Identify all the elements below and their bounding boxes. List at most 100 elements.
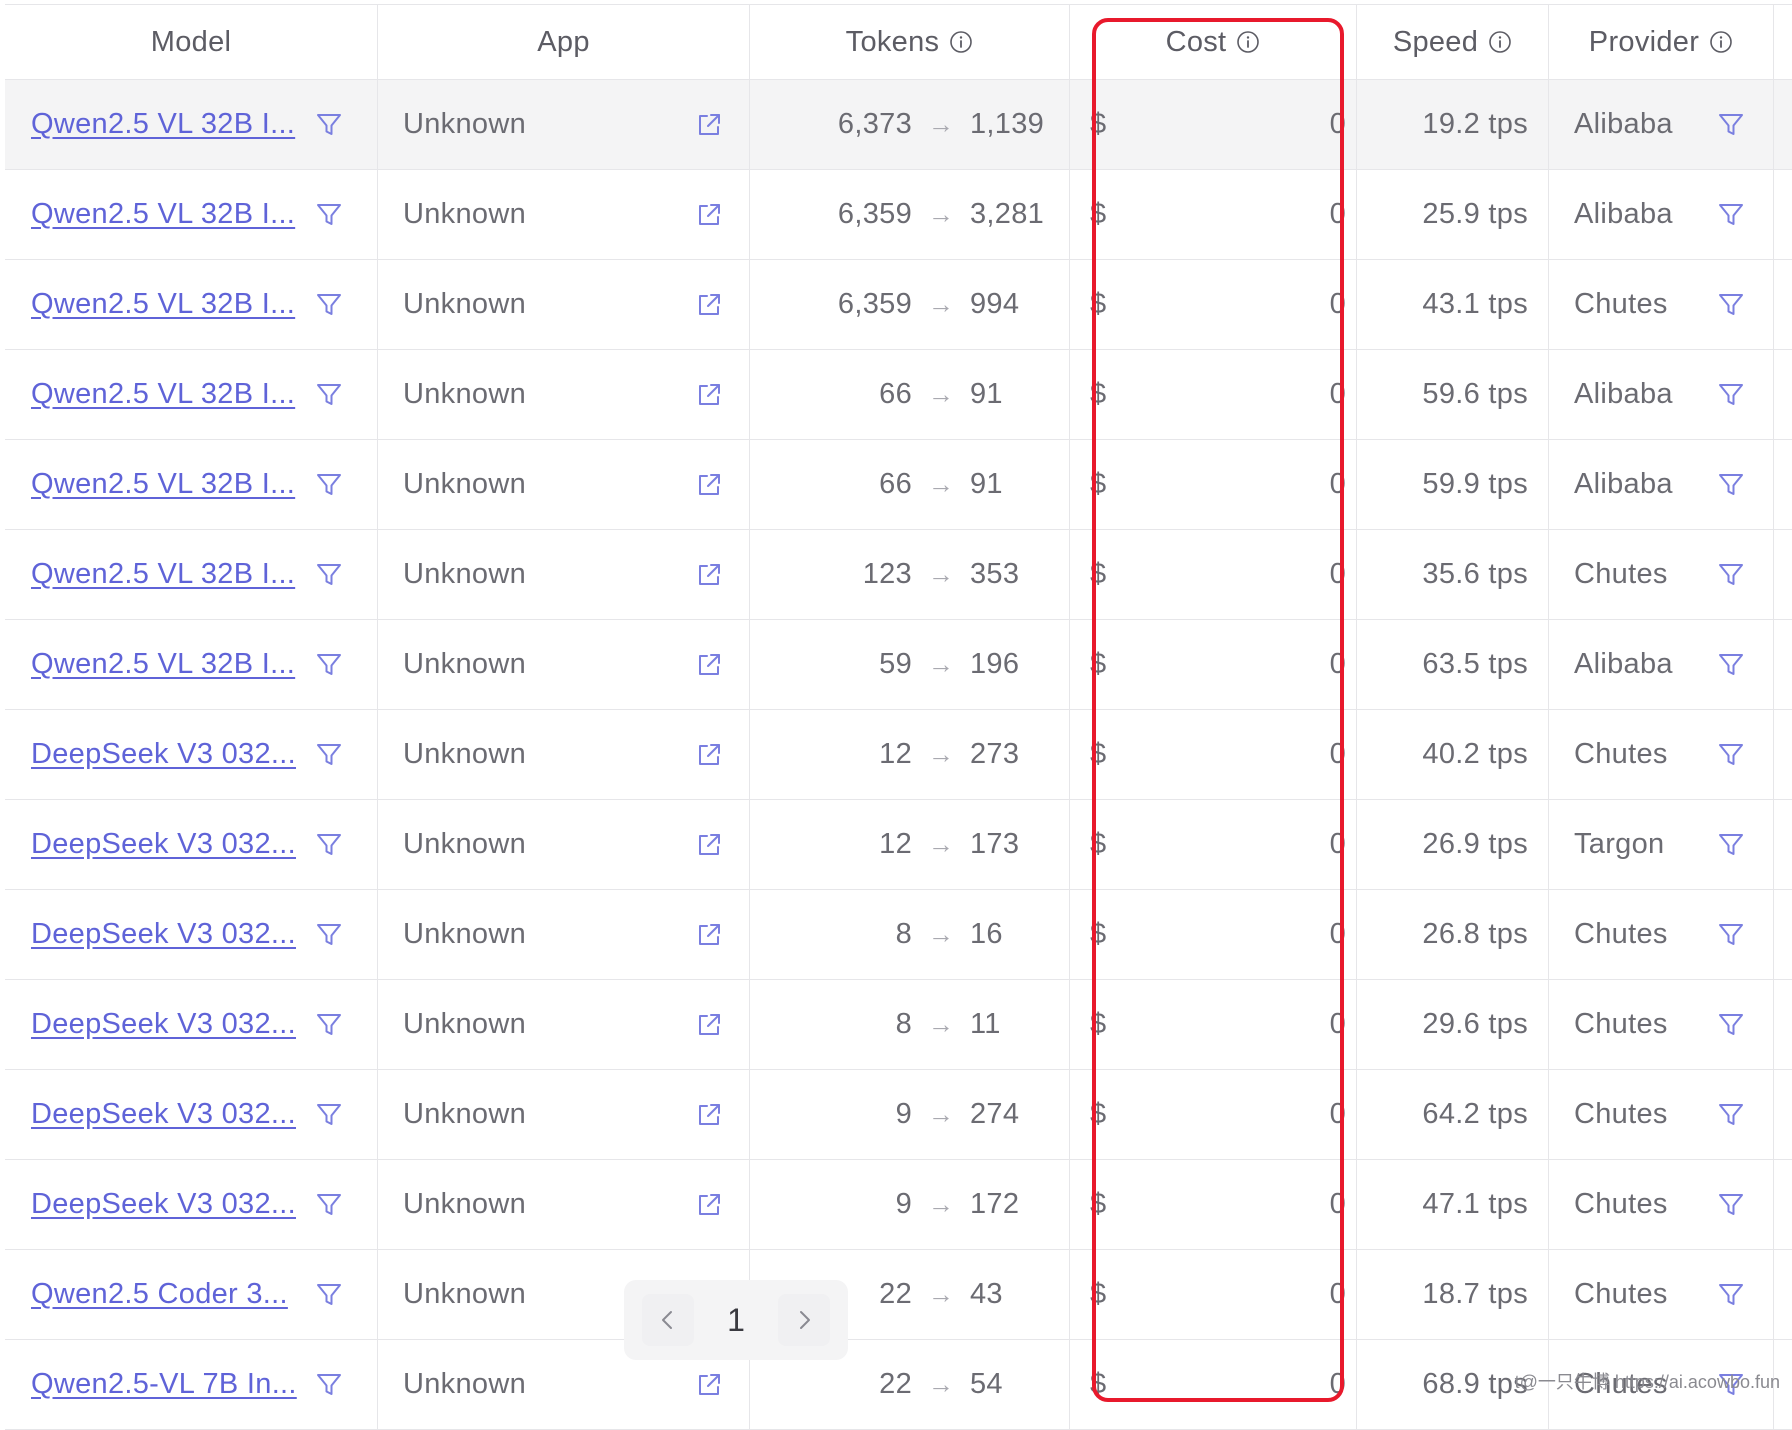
arrow-right-icon: → bbox=[927, 1009, 955, 1039]
model-link[interactable]: DeepSeek V3 032... bbox=[31, 1098, 296, 1131]
external-link-icon[interactable] bbox=[695, 741, 723, 769]
model-link[interactable]: Qwen2.5-VL 7B In... bbox=[31, 1368, 297, 1401]
table-row[interactable]: Qwen2.5 VL 32B I... Unknown 6,359 → 994 … bbox=[5, 260, 1792, 350]
filter-icon[interactable] bbox=[1717, 1011, 1745, 1039]
model-link[interactable]: DeepSeek V3 032... bbox=[31, 1008, 296, 1041]
table-row[interactable]: DeepSeek V3 032... Unknown 8 → 11 $ 0 29… bbox=[5, 980, 1792, 1070]
column-header-provider[interactable]: Provider bbox=[1549, 5, 1774, 79]
filter-icon[interactable] bbox=[315, 741, 343, 769]
table-row[interactable]: Qwen2.5 VL 32B I... Unknown 6,359 → 3,28… bbox=[5, 170, 1792, 260]
app-name: Unknown bbox=[403, 1098, 526, 1130]
table-row[interactable]: Qwen2.5 VL 32B I... Unknown 66 → 91 $ 0 … bbox=[5, 350, 1792, 440]
filter-icon[interactable] bbox=[315, 831, 343, 859]
table-row[interactable]: Qwen2.5 VL 32B I... Unknown 59 → 196 $ 0… bbox=[5, 620, 1792, 710]
column-header-speed[interactable]: Speed bbox=[1357, 5, 1549, 79]
external-link-icon[interactable] bbox=[695, 201, 723, 229]
filter-icon[interactable] bbox=[315, 1371, 343, 1399]
table-row[interactable]: DeepSeek V3 032... Unknown 8 → 16 $ 0 26… bbox=[5, 890, 1792, 980]
external-link-icon[interactable] bbox=[695, 291, 723, 319]
model-link[interactable]: DeepSeek V3 032... bbox=[31, 918, 296, 951]
external-link-icon[interactable] bbox=[695, 1011, 723, 1039]
table-row[interactable]: DeepSeek V3 032... Unknown 12 → 273 $ 0 … bbox=[5, 710, 1792, 800]
filter-icon[interactable] bbox=[1717, 831, 1745, 859]
filter-icon[interactable] bbox=[315, 561, 343, 589]
table-row[interactable]: DeepSeek V3 032... Unknown 9 → 172 $ 0 4… bbox=[5, 1160, 1792, 1250]
external-link-icon[interactable] bbox=[695, 1191, 723, 1219]
external-link-icon[interactable] bbox=[695, 561, 723, 589]
speed-value: 29.6 tps bbox=[1422, 1008, 1528, 1040]
filter-icon[interactable] bbox=[1717, 471, 1745, 499]
model-link[interactable]: DeepSeek V3 032... bbox=[31, 738, 296, 771]
cost-value: 0 bbox=[1329, 468, 1346, 500]
filter-icon[interactable] bbox=[1717, 291, 1745, 319]
column-header-app[interactable]: App bbox=[378, 5, 750, 79]
model-link[interactable]: DeepSeek V3 032... bbox=[31, 828, 296, 861]
tokens-in: 12 bbox=[879, 738, 912, 770]
next-page-button[interactable] bbox=[777, 1294, 830, 1346]
model-link[interactable]: Qwen2.5 Coder 3... bbox=[31, 1278, 288, 1311]
table-row[interactable]: Qwen2.5 VL 32B I... Unknown 6,373 → 1,13… bbox=[5, 80, 1792, 170]
table-row[interactable]: Qwen2.5 Coder 3... Unknown 22 → 43 $ 0 1… bbox=[5, 1250, 1792, 1340]
filter-icon[interactable] bbox=[1717, 1191, 1745, 1219]
filter-icon[interactable] bbox=[315, 1101, 343, 1129]
filter-icon[interactable] bbox=[315, 651, 343, 679]
external-link-icon[interactable] bbox=[695, 831, 723, 859]
model-link[interactable]: DeepSeek V3 032... bbox=[31, 1188, 296, 1221]
external-link-icon[interactable] bbox=[695, 651, 723, 679]
model-link[interactable]: Qwen2.5 VL 32B I... bbox=[31, 648, 295, 681]
external-link-icon[interactable] bbox=[695, 1101, 723, 1129]
filter-icon[interactable] bbox=[1717, 201, 1745, 229]
model-link[interactable]: Qwen2.5 VL 32B I... bbox=[31, 378, 295, 411]
filter-icon[interactable] bbox=[315, 111, 343, 139]
external-link-icon[interactable] bbox=[695, 381, 723, 409]
table-row[interactable]: DeepSeek V3 032... Unknown 12 → 173 $ 0 … bbox=[5, 800, 1792, 890]
table-row[interactable]: Qwen2.5 VL 32B I... Unknown 123 → 353 $ … bbox=[5, 530, 1792, 620]
info-icon[interactable] bbox=[1709, 30, 1733, 54]
filter-icon[interactable] bbox=[315, 921, 343, 949]
external-link-icon[interactable] bbox=[695, 921, 723, 949]
filter-icon[interactable] bbox=[315, 471, 343, 499]
model-link[interactable]: Qwen2.5 VL 32B I... bbox=[31, 558, 295, 591]
filter-icon[interactable] bbox=[1717, 1281, 1745, 1309]
column-header-tokens[interactable]: Tokens bbox=[750, 5, 1070, 79]
speed-value: 68.9 tps bbox=[1422, 1368, 1528, 1400]
filter-icon[interactable] bbox=[1717, 651, 1745, 679]
row-extra-cell bbox=[1774, 710, 1792, 799]
filter-icon[interactable] bbox=[315, 201, 343, 229]
cost-cell: $ 0 bbox=[1070, 800, 1357, 889]
model-link[interactable]: Qwen2.5 VL 32B I... bbox=[31, 288, 295, 321]
filter-icon[interactable] bbox=[315, 1281, 343, 1309]
arrow-right-icon: → bbox=[927, 1369, 955, 1399]
prev-page-button[interactable] bbox=[642, 1294, 694, 1346]
info-icon[interactable] bbox=[949, 30, 973, 54]
filter-icon[interactable] bbox=[315, 291, 343, 319]
filter-icon[interactable] bbox=[315, 1191, 343, 1219]
tokens-cell: 66 → 91 bbox=[750, 350, 1070, 439]
external-link-icon[interactable] bbox=[695, 471, 723, 499]
model-link[interactable]: Qwen2.5 VL 32B I... bbox=[31, 108, 295, 141]
filter-icon[interactable] bbox=[1717, 561, 1745, 589]
provider-name: Chutes bbox=[1574, 558, 1668, 590]
speed-cell: 40.2 tps bbox=[1357, 710, 1549, 799]
table-row[interactable]: Qwen2.5 VL 32B I... Unknown 66 → 91 $ 0 … bbox=[5, 440, 1792, 530]
filter-icon[interactable] bbox=[1717, 741, 1745, 769]
model-cell: Qwen2.5 VL 32B I... bbox=[5, 620, 378, 709]
external-link-icon[interactable] bbox=[695, 1371, 723, 1399]
filter-icon[interactable] bbox=[1717, 381, 1745, 409]
filter-icon[interactable] bbox=[1717, 111, 1745, 139]
speed-cell: 35.6 tps bbox=[1357, 530, 1549, 619]
column-header-model[interactable]: Model bbox=[5, 5, 378, 79]
filter-icon[interactable] bbox=[1717, 1101, 1745, 1129]
info-icon[interactable] bbox=[1488, 30, 1512, 54]
model-link[interactable]: Qwen2.5 VL 32B I... bbox=[31, 198, 295, 231]
provider-cell: Targon bbox=[1549, 800, 1774, 889]
filter-icon[interactable] bbox=[315, 1011, 343, 1039]
info-icon[interactable] bbox=[1236, 30, 1260, 54]
external-link-icon[interactable] bbox=[695, 111, 723, 139]
filter-icon[interactable] bbox=[315, 381, 343, 409]
app-cell: Unknown bbox=[378, 530, 750, 619]
model-link[interactable]: Qwen2.5 VL 32B I... bbox=[31, 468, 295, 501]
filter-icon[interactable] bbox=[1717, 921, 1745, 949]
column-header-cost[interactable]: Cost bbox=[1070, 5, 1357, 79]
table-row[interactable]: DeepSeek V3 032... Unknown 9 → 274 $ 0 6… bbox=[5, 1070, 1792, 1160]
